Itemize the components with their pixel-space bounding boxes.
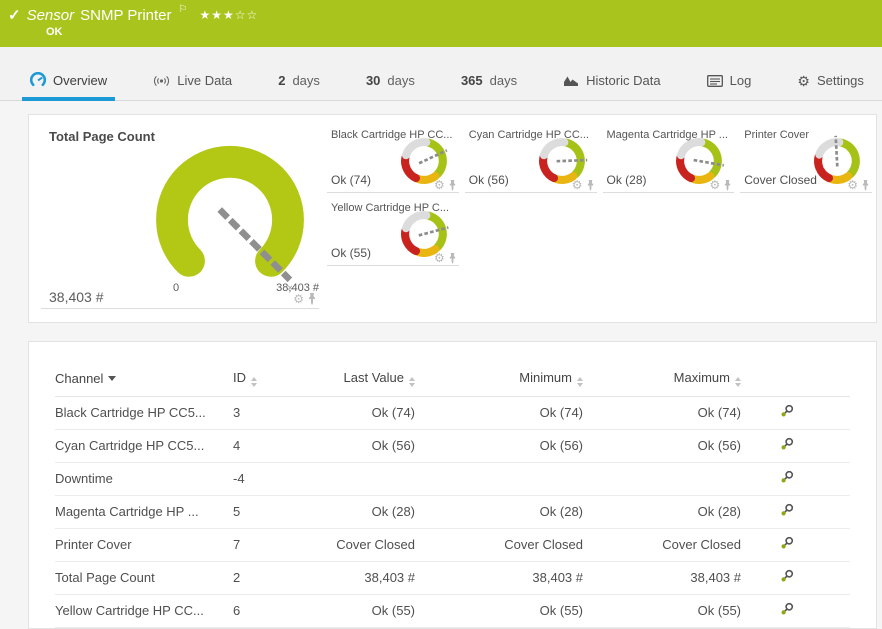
column-header-channel[interactable]: Channel <box>55 362 233 397</box>
gauge-settings-gear-icon[interactable]: ⚙ <box>847 179 858 191</box>
column-header-id[interactable]: ID <box>233 362 295 397</box>
channel-settings-icon[interactable] <box>780 404 794 421</box>
sensor-header: ✓ Sensor SNMP Printer ⚐ ★★★☆☆ OK <box>0 0 882 47</box>
table-row: Cyan Cartridge HP CC5... 4 Ok (56) Ok (5… <box>55 430 850 463</box>
sort-icon <box>577 377 583 387</box>
main-gauge-tile[interactable]: Total Page Count × 0 38,403 # 38,403 # ⚙ <box>41 121 319 309</box>
tab-log[interactable]: Log <box>699 67 760 101</box>
tile-yellow-cartridge[interactable]: Yellow Cartridge HP C... Ok (55) ⚙ <box>327 198 459 266</box>
pin-icon[interactable] <box>448 179 457 191</box>
channel-link[interactable]: Downtime <box>55 463 233 496</box>
table-row: Total Page Count 2 38,403 # 38,403 # 38,… <box>55 562 850 595</box>
tile-value: Ok (74) <box>331 173 371 187</box>
tab-settings[interactable]: ⚙ Settings <box>789 67 872 101</box>
table-row: Yellow Cartridge HP CC... 6 Ok (55) Ok (… <box>55 595 850 628</box>
channels-table: Channel ID Last Value Minimum Maximum Bl… <box>55 362 850 628</box>
gauge-settings-gear-icon[interactable]: ⚙ <box>572 179 583 191</box>
pin-icon[interactable] <box>307 292 317 305</box>
sort-icon <box>251 377 257 387</box>
table-row: Printer Cover 7 Cover Closed Cover Close… <box>55 529 850 562</box>
tile-value: Ok (56) <box>469 173 509 187</box>
channel-link[interactable]: Yellow Cartridge HP CC... <box>55 595 233 628</box>
page-title: SNMP Printer <box>80 7 171 24</box>
chart-icon <box>563 75 579 87</box>
tile-cyan-cartridge[interactable]: Cyan Cartridge HP CC... Ok (56) ⚙ <box>465 125 597 193</box>
tile-value: Ok (55) <box>331 246 371 260</box>
flag-icon[interactable]: ⚐ <box>179 4 188 15</box>
tab-2-days[interactable]: 2days <box>270 67 328 101</box>
tab-overview[interactable]: Overview <box>22 66 115 101</box>
main-gauge-value: 38,403 # <box>49 289 104 305</box>
table-header-row: Channel ID Last Value Minimum Maximum <box>55 362 850 397</box>
broadcast-icon <box>153 75 170 87</box>
column-header-last-value[interactable]: Last Value <box>295 362 415 397</box>
channel-link[interactable]: Magenta Cartridge HP ... <box>55 496 233 529</box>
priority-stars[interactable]: ★★★☆☆ <box>200 8 259 22</box>
table-row: Magenta Cartridge HP ... 5 Ok (28) Ok (2… <box>55 496 850 529</box>
tile-magenta-cartridge[interactable]: Magenta Cartridge HP ... Ok (28) ⚙ <box>603 125 735 193</box>
channel-link[interactable]: Printer Cover <box>55 529 233 562</box>
gauge-settings-gear-icon[interactable]: ⚙ <box>434 179 445 191</box>
gauge-settings-gear-icon[interactable]: ⚙ <box>293 293 304 305</box>
gauge-settings-gear-icon[interactable]: ⚙ <box>709 179 720 191</box>
gauge-icon <box>30 72 46 88</box>
ok-check-icon: ✓ <box>8 6 21 24</box>
channel-settings-icon[interactable] <box>780 602 794 619</box>
channel-settings-icon[interactable] <box>780 470 794 487</box>
gauges-panel: Total Page Count × 0 38,403 # 38,403 # ⚙ <box>28 114 877 323</box>
channel-settings-icon[interactable] <box>780 569 794 586</box>
tile-printer-cover[interactable]: Printer Cover Cover Closed ⚙ <box>740 125 872 193</box>
column-header-maximum[interactable]: Maximum <box>583 362 741 397</box>
tile-value: Ok (28) <box>607 173 647 187</box>
pin-icon[interactable] <box>586 179 595 191</box>
log-icon <box>707 75 723 87</box>
sort-icon <box>735 377 741 387</box>
tile-black-cartridge[interactable]: Black Cartridge HP CC... Ok (74) ⚙ <box>327 125 459 193</box>
sort-icon <box>409 377 415 387</box>
small-gauges-grid: Black Cartridge HP CC... Ok (74) ⚙ Cyan … <box>319 121 876 312</box>
pin-icon[interactable] <box>723 179 732 191</box>
channel-link[interactable]: Total Page Count <box>55 562 233 595</box>
sensor-type-label: Sensor <box>27 7 75 24</box>
gauge-settings-gear-icon[interactable]: ⚙ <box>434 252 445 264</box>
table-row: Downtime -4 <box>55 463 850 496</box>
tab-365-days[interactable]: 365days <box>453 67 525 101</box>
tab-live-data[interactable]: Live Data <box>145 67 240 101</box>
table-row: Black Cartridge HP CC5... 3 Ok (74) Ok (… <box>55 397 850 430</box>
sort-desc-icon <box>108 376 116 381</box>
total-page-count-gauge: × <box>141 131 319 291</box>
column-header-minimum[interactable]: Minimum <box>415 362 583 397</box>
channel-settings-icon[interactable] <box>780 536 794 553</box>
channel-link[interactable]: Cyan Cartridge HP CC5... <box>55 430 233 463</box>
status-badge: OK <box>46 26 872 38</box>
pin-icon[interactable] <box>448 252 457 264</box>
tab-historic-data[interactable]: Historic Data <box>555 67 668 101</box>
channel-settings-icon[interactable] <box>780 437 794 454</box>
gear-icon: ⚙ <box>797 74 810 88</box>
channel-settings-icon[interactable] <box>780 503 794 520</box>
tab-30-days[interactable]: 30days <box>358 67 423 101</box>
channel-link[interactable]: Black Cartridge HP CC5... <box>55 397 233 430</box>
pin-icon[interactable] <box>861 179 870 191</box>
tile-value: Cover Closed <box>744 173 817 187</box>
tab-bar: Overview Live Data 2days 30days 365days … <box>0 47 882 101</box>
